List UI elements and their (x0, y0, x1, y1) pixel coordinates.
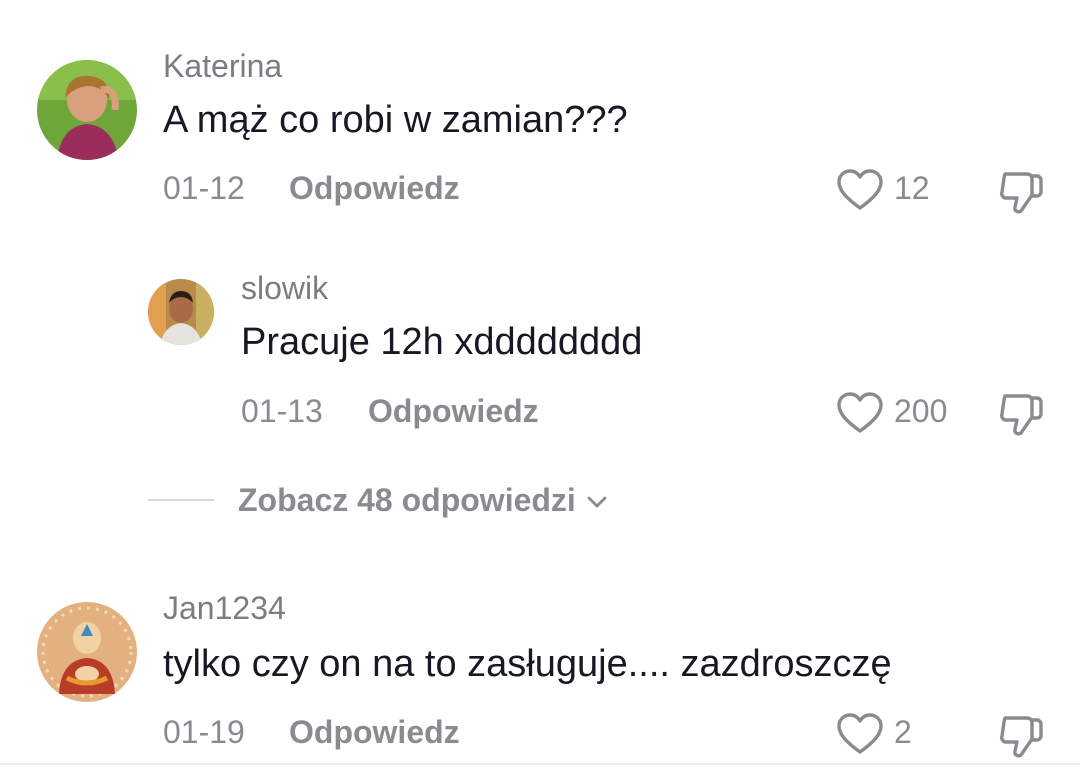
reply-button[interactable]: Odpowiedz (289, 170, 460, 207)
avatar[interactable] (37, 60, 137, 160)
thumbs-down-outline-icon (1000, 172, 1043, 214)
like-button[interactable] (836, 712, 884, 756)
heart-outline-icon (837, 169, 883, 210)
like-button[interactable] (836, 168, 884, 212)
like-count: 12 (894, 170, 930, 206)
dislike-button[interactable] (997, 168, 1045, 216)
comment-text: Pracuje 12h xdddddddd (241, 321, 643, 363)
avatar-image (37, 60, 137, 160)
comment-text: A mąż co robi w zamian??? (163, 99, 628, 141)
heart-outline-icon (837, 392, 883, 433)
view-replies-label: Zobacz 48 odpowiedzi (238, 481, 576, 518)
chevron-down-icon (587, 496, 607, 508)
avatar[interactable] (148, 279, 214, 345)
reply-button[interactable]: Odpowiedz (368, 393, 539, 430)
avatar[interactable] (37, 602, 137, 702)
dislike-button[interactable] (997, 712, 1045, 760)
comment-date: 01-12 (163, 170, 245, 206)
thread-divider (148, 499, 214, 501)
view-replies-button[interactable]: Zobacz 48 odpowiedzi (148, 478, 610, 522)
like-count: 200 (894, 393, 948, 429)
thumbs-down-outline-icon (1000, 716, 1043, 758)
comment-text: tylko czy on na to zasługuje.... zazdros… (163, 643, 892, 685)
avatar-image (37, 602, 137, 702)
like-count: 2 (894, 714, 912, 750)
dislike-button[interactable] (997, 390, 1045, 438)
comment-date: 01-19 (163, 714, 245, 750)
comment-date: 01-13 (241, 393, 323, 429)
thumbs-down-outline-icon (1000, 394, 1043, 436)
username[interactable]: Katerina (163, 48, 282, 85)
bottom-divider (0, 763, 1080, 765)
username[interactable]: slowik (241, 270, 328, 307)
reply-button[interactable]: Odpowiedz (289, 714, 460, 751)
username[interactable]: Jan1234 (163, 590, 286, 627)
like-button[interactable] (836, 391, 884, 435)
avatar-image (148, 279, 214, 345)
heart-outline-icon (837, 713, 883, 754)
